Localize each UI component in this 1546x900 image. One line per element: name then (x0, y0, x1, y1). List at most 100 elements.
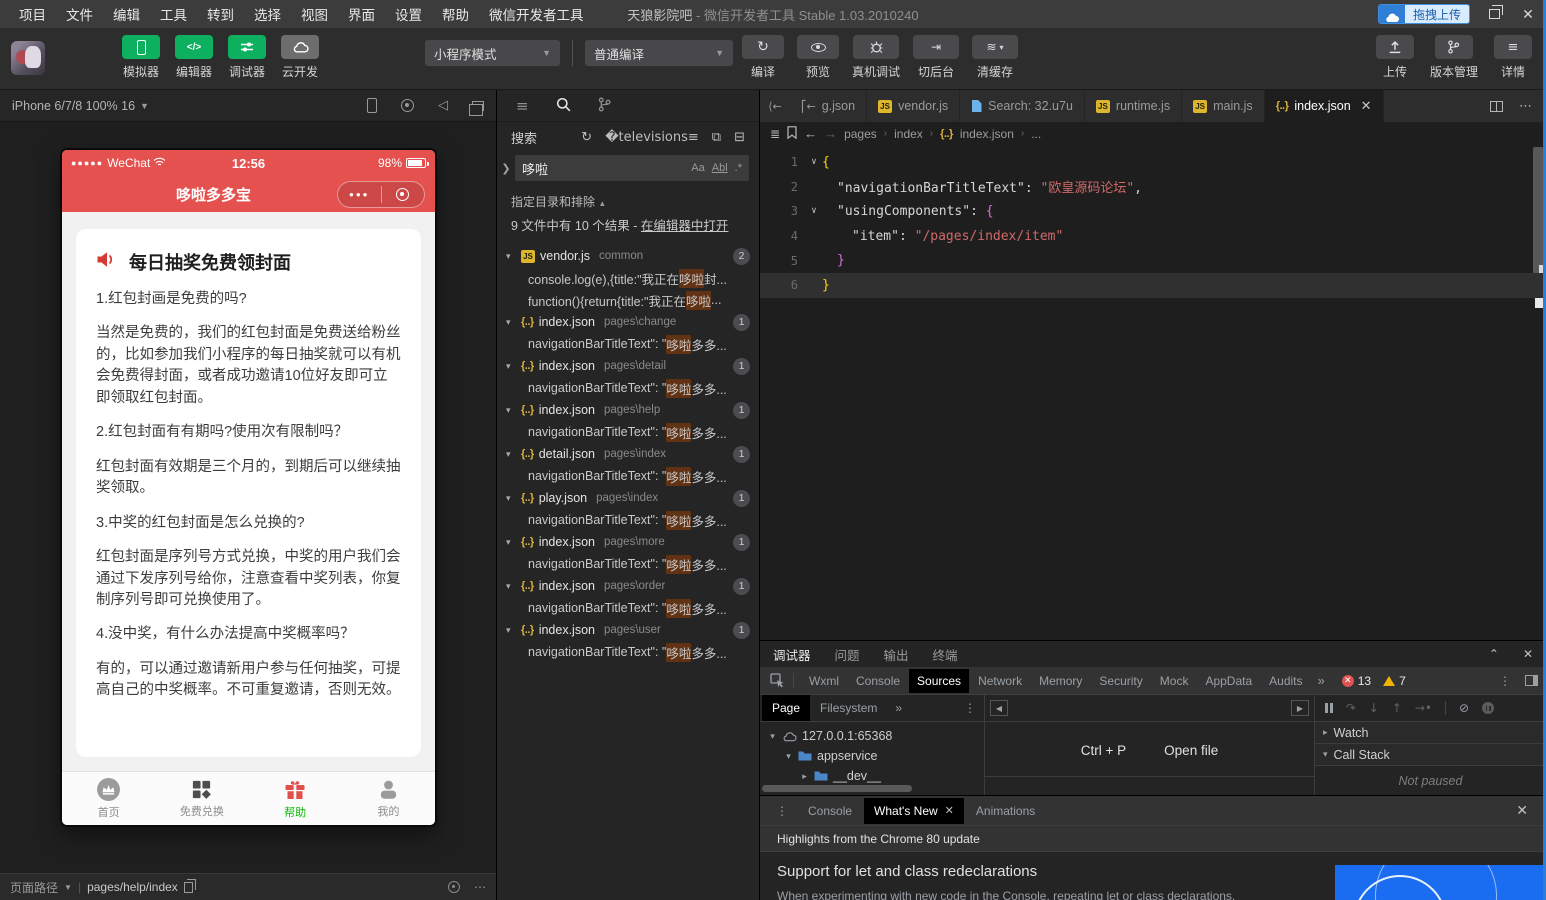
more-tabs-icon[interactable]: » (1312, 673, 1331, 688)
action-编译[interactable]: ↻编译 (742, 35, 784, 80)
search-result-match[interactable]: navigationBarTitleText": "哆啦多多... (497, 465, 759, 487)
next-file-icon[interactable]: ▶ (1291, 700, 1309, 716)
code-line[interactable]: 4"item": "/pages/index/item" (760, 224, 1546, 249)
warning-count[interactable]: 7 (1399, 674, 1406, 688)
phone-tab-帮助[interactable]: 帮助 (249, 772, 342, 825)
code-line[interactable]: 3∨"usingComponents": { (760, 199, 1546, 224)
twisty-icon[interactable]: ▸ (800, 771, 809, 782)
tab-runtime.js[interactable]: JSruntime.js (1085, 90, 1182, 122)
editor-history-icon[interactable]: ⟨← (760, 90, 790, 122)
debugger-tab-终端[interactable]: 终端 (933, 645, 958, 664)
step-over-icon[interactable]: ↷ (1346, 701, 1356, 715)
device-selector[interactable]: iPhone 6/7/8 100% 16 (12, 99, 135, 113)
search-result-match[interactable]: function(){return{title:"我正在哆啦... (497, 289, 759, 311)
step-out-icon[interactable]: ↑ (1392, 701, 1402, 715)
sources-tab-Filesystem[interactable]: Filesystem (810, 695, 887, 721)
page-path-label[interactable]: 页面路径 (10, 879, 58, 896)
mode-dropdown[interactable]: 小程序模式▼ (425, 40, 560, 66)
menu-编辑[interactable]: 编辑 (104, 0, 149, 28)
devtools-tab-Audits[interactable]: Audits (1261, 669, 1310, 693)
git-branch-icon[interactable] (598, 97, 611, 115)
action-清缓存[interactable]: ≋▾清缓存 (972, 35, 1018, 80)
devtools-kebab-icon[interactable]: ⋮ (1499, 674, 1511, 688)
menu-项目[interactable]: 项目 (10, 0, 55, 28)
twisty-icon[interactable]: ▾ (768, 731, 777, 742)
twisty-icon[interactable]: ▾ (506, 405, 516, 416)
drawer-tab-close-icon[interactable]: ✕ (945, 804, 954, 817)
search-result-file[interactable]: ▾JSvendor.jscommon2 (497, 245, 759, 267)
error-badge-icon[interactable]: ✕ (1342, 675, 1354, 687)
phone-tab-免费兑换[interactable]: 免费兑换 (155, 772, 248, 825)
twisty-icon[interactable]: ▾ (506, 493, 516, 504)
forward-icon[interactable]: → (824, 126, 837, 141)
breadcrumb-item[interactable]: index.json (960, 127, 1014, 141)
action-上传[interactable]: 上传 (1376, 35, 1414, 80)
call-stack-section[interactable]: ▾Call Stack (1315, 744, 1546, 766)
search-result-file[interactable]: ▾{..}index.jsonpages\more1 (497, 531, 759, 553)
search-result-file[interactable]: ▾{..}play.jsonpages\index1 (497, 487, 759, 509)
sources-tab-Page[interactable]: Page (762, 695, 810, 721)
menu-界面[interactable]: 界面 (339, 0, 384, 28)
twisty-icon[interactable]: ▾ (506, 537, 516, 548)
step-into-icon[interactable]: ↓ (1369, 701, 1379, 715)
open-in-editor-link[interactable]: 在编辑器中打开 (641, 219, 729, 233)
devtools-tab-Security[interactable]: Security (1091, 669, 1150, 693)
refresh-results-icon[interactable]: ↻ (581, 130, 592, 145)
search-icon[interactable] (556, 97, 571, 115)
devtools-tab-Mock[interactable]: Mock (1152, 669, 1197, 693)
toggle-调试器[interactable]: 调试器 (228, 35, 266, 80)
menu-设置[interactable]: 设置 (386, 0, 431, 28)
devtools-tab-AppData[interactable]: AppData (1197, 669, 1260, 693)
tab-vendor.js[interactable]: JSvendor.js (867, 90, 960, 122)
menu-工具[interactable]: 工具 (151, 0, 196, 28)
code-line[interactable]: 6} (760, 273, 1546, 298)
warning-badge-icon[interactable] (1383, 676, 1395, 686)
devtools-tab-Console[interactable]: Console (848, 669, 908, 693)
more-options-icon[interactable]: ⋯ (474, 880, 486, 894)
search-result-file[interactable]: ▾{..}index.jsonpages\order1 (497, 575, 759, 597)
devtools-tab-Wxml[interactable]: Wxml (801, 669, 847, 693)
inspect-element-icon[interactable] (768, 673, 794, 688)
action-预览[interactable]: 预览 (797, 35, 839, 80)
tree-node-appservice[interactable]: ▾appservice (760, 746, 984, 766)
exit-miniprogram-button[interactable] (382, 188, 425, 201)
twisty-icon[interactable]: ▾ (506, 581, 516, 592)
search-input[interactable]: 哆啦 Aa Abl .* (515, 155, 749, 181)
file-list-icon[interactable]: ≡ (516, 97, 529, 115)
devtools-tab-Network[interactable]: Network (970, 669, 1030, 693)
breadcrumb-item[interactable]: pages (844, 127, 877, 141)
close-window-button[interactable]: ✕ (1518, 6, 1538, 23)
sources-kebab-icon[interactable]: ⋮ (956, 701, 984, 715)
menu-文件[interactable]: 文件 (57, 0, 102, 28)
search-result-match[interactable]: navigationBarTitleText": "哆啦多多... (497, 421, 759, 443)
whole-word-icon[interactable]: Abl (712, 162, 728, 174)
restore-window-button[interactable] (1484, 6, 1504, 22)
devtools-tab-Sources[interactable]: Sources (909, 669, 969, 693)
tab-main.js[interactable]: JSmain.js (1182, 90, 1265, 122)
fold-icon[interactable]: ∨ (806, 157, 822, 167)
compile-dropdown[interactable]: 普通编译▼ (585, 40, 733, 66)
pause-on-exceptions-icon[interactable] (1482, 702, 1494, 714)
drawer-tab-What's New[interactable]: What's New✕ (864, 798, 964, 824)
avatar[interactable] (11, 41, 45, 75)
twisty-icon[interactable]: ▾ (506, 251, 516, 262)
dock-side-icon[interactable] (1525, 675, 1538, 686)
collapse-panel-icon[interactable]: ⌃ (1489, 647, 1499, 661)
regex-icon[interactable]: .* (735, 162, 742, 174)
search-result-match[interactable]: navigationBarTitleText": "哆啦多多... (497, 377, 759, 399)
debugger-tab-输出[interactable]: 输出 (884, 645, 909, 664)
toggle-replace-icon[interactable]: ❯ (499, 162, 513, 175)
menu-转到[interactable]: 转到 (198, 0, 243, 28)
code-line[interactable]: 2"navigationBarTitleText": "欧皇源码论坛", (760, 175, 1546, 200)
twisty-icon[interactable]: ▾ (784, 751, 793, 762)
tree-node-127.0.0.1:65368[interactable]: ▾127.0.0.1:65368 (760, 726, 984, 746)
tab-Search: 32.u7u[interactable]: Search: 32.u7u (960, 90, 1085, 122)
search-result-match[interactable]: navigationBarTitleText": "哆啦多多... (497, 597, 759, 619)
whatsnew-thumbnail[interactable] (1335, 865, 1546, 900)
search-result-match[interactable]: console.log(e),{title:"我正在哆啦封... (497, 267, 759, 289)
action-切后台[interactable]: ⇥切后台 (913, 35, 959, 80)
dir-filter-toggle[interactable]: 指定目录和排除 ▲ (497, 190, 759, 217)
more-menu-button[interactable]: ●●● (338, 190, 381, 199)
float-window-icon[interactable] (472, 101, 484, 111)
search-result-match[interactable]: navigationBarTitleText": "哆啦多多... (497, 553, 759, 575)
